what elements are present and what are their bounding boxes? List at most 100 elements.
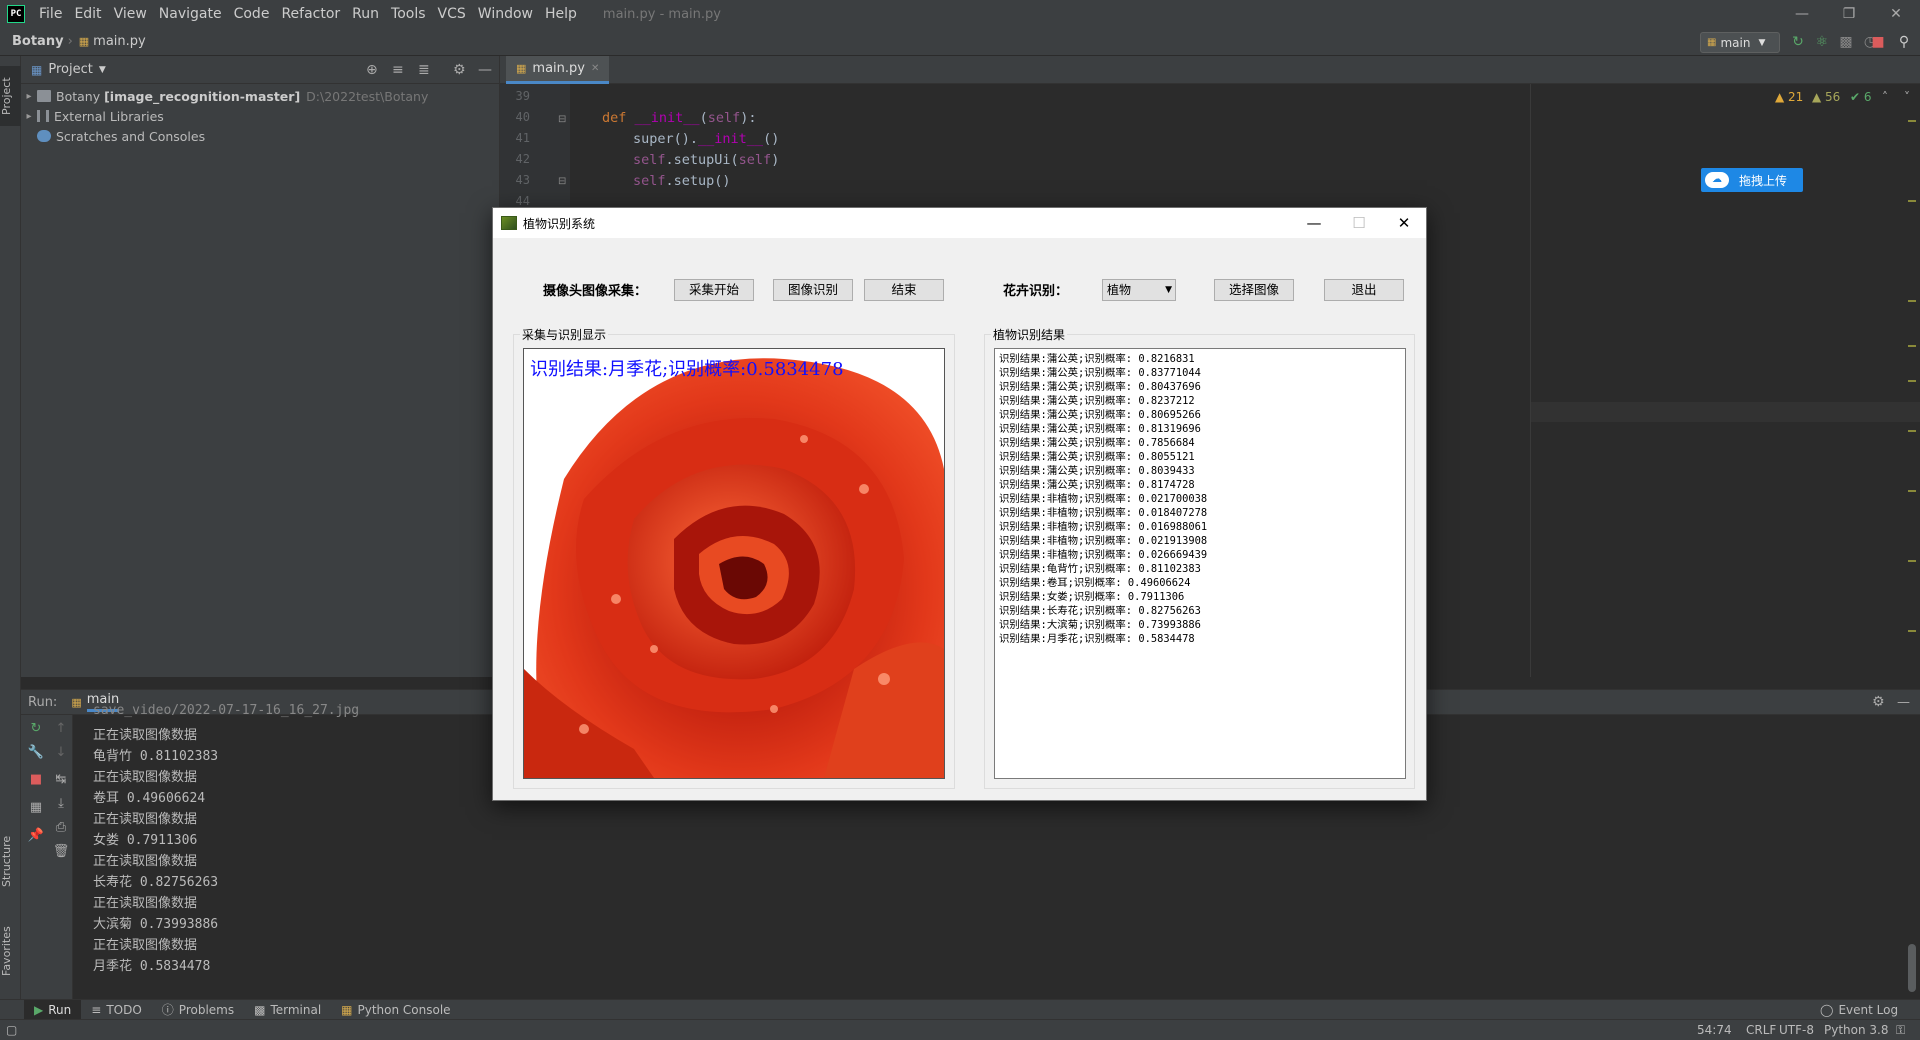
python-interpreter[interactable]: Python 3.8 [1824,1023,1889,1037]
close-tab-icon[interactable]: ✕ [591,63,599,74]
bottom-tab-run[interactable]: ▶ Run [24,999,82,1020]
debug-icon[interactable]: ⚛ [1812,32,1832,52]
run-configuration-select[interactable]: ▦ main ▼ [1700,32,1780,53]
end-button[interactable]: 结束 [864,279,944,301]
menu-code[interactable]: Code [228,6,276,22]
chevron-down-icon: ▼ [1165,285,1172,295]
file-encoding[interactable]: UTF-8 [1779,1023,1814,1037]
menu-refactor[interactable]: Refactor [275,6,346,22]
category-select[interactable]: 植物 ▼ [1102,279,1176,301]
stop-icon[interactable]: ■ [1868,32,1888,52]
display-group-title: 采集与识别显示 [520,326,609,343]
image-recognize-button[interactable]: 图像识别 [773,279,853,301]
error-stripe-mark[interactable] [1908,630,1916,632]
hide-panel-icon[interactable]: — [478,62,492,78]
tree-item-external-libraries[interactable]: ▸ External Libraries [21,106,499,126]
dialog-title-bar[interactable]: 植物识别系统 — ☐ ✕ [493,208,1426,238]
menu-edit[interactable]: Edit [68,6,107,22]
error-stripe-mark[interactable] [1908,300,1916,302]
settings-gear-icon[interactable]: ⚙ [453,62,466,78]
menu-window[interactable]: Window [472,6,539,22]
structure-tool-tab[interactable]: Structure [0,826,21,896]
result-group-title: 植物识别结果 [991,326,1068,343]
result-line: 识别结果:蒲公英;识别概率: 0.8216831 [999,353,1195,365]
locate-file-icon[interactable]: ⊕ [366,62,378,78]
hide-panel-icon[interactable]: — [1897,695,1910,710]
menu-navigate[interactable]: Navigate [153,6,228,22]
menu-file[interactable]: File [33,6,68,22]
error-stripe-mark[interactable] [1908,560,1916,562]
bottom-tab-problems[interactable]: ⓘ Problems [152,1000,244,1020]
breadcrumb-file[interactable]: main.py [89,34,150,49]
soft-wrap-icon[interactable]: ↹ [51,771,71,789]
lock-icon[interactable]: ⚿ [1896,1023,1905,1038]
minimize-window-icon[interactable]: — [1782,0,1822,28]
fold-icon[interactable]: ⊟ [558,176,566,187]
print-icon[interactable]: ⎙ [51,819,71,837]
fold-icon[interactable]: ⊟ [558,114,566,125]
console-line: 女娄 0.7911306 [93,833,198,848]
search-everywhere-icon[interactable]: ⚲ [1894,32,1914,52]
chevron-down-icon[interactable]: ˅ [1904,90,1910,104]
project-tool-tab[interactable]: Project [0,66,21,126]
error-stripe-mark[interactable] [1908,490,1916,492]
error-stripe-mark[interactable] [1908,120,1916,122]
project-panel-title[interactable]: Project [48,62,92,77]
stop-icon[interactable]: ■ [26,771,46,789]
bottom-tab-python-console[interactable]: ▦ Python Console [331,1000,460,1020]
error-stripe-mark[interactable] [1908,200,1916,202]
error-stripe-mark[interactable] [1908,430,1916,432]
chevron-right-icon[interactable]: ▸ [21,111,37,122]
tree-item-scratches[interactable]: Scratches and Consoles [21,126,499,146]
scroll-up-icon[interactable]: ↑ [51,720,71,738]
baidu-cloud-icon: ☁ [1705,172,1729,188]
menu-run[interactable]: Run [346,6,385,22]
tab-main-py[interactable]: ▦ main.py ✕ [506,56,610,84]
coverage-icon[interactable]: ▩ [1836,32,1856,52]
rerun-icon[interactable]: ↻ [26,720,46,738]
wrench-icon[interactable]: 🔧 [26,744,46,762]
start-capture-button[interactable]: 采集开始 [674,279,754,301]
trash-icon[interactable]: 🗑 [51,843,71,861]
settings-gear-icon[interactable]: ⚙ [1872,694,1885,710]
menu-help[interactable]: Help [539,6,583,22]
bottom-tab-terminal[interactable]: ▩ Terminal [244,1000,331,1020]
favorites-tool-tab[interactable]: Favorites [0,916,21,986]
expand-all-icon[interactable]: ≡ [392,62,404,78]
tree-item-botany[interactable]: ▸ Botany [image_recognition-master] D:\2… [21,86,499,106]
chevron-up-icon[interactable]: ˄ [1882,90,1888,104]
breadcrumb-project[interactable]: Botany [0,34,68,49]
select-image-button[interactable]: 选择图像 [1214,279,1294,301]
recognition-result-list[interactable]: 识别结果:蒲公英;识别概率: 0.8216831 识别结果:蒲公英;识别概率: … [994,348,1406,779]
close-window-icon[interactable]: ✕ [1876,0,1916,28]
ok-indicator[interactable]: ✔ 6 [1850,90,1872,104]
dialog-maximize-icon[interactable]: ☐ [1336,208,1382,238]
toggle-tool-windows-icon[interactable]: ▢ [6,1023,17,1037]
bottom-tab-todo[interactable]: ≡ TODO [81,1000,152,1020]
collapse-all-icon[interactable]: ≣ [418,62,430,78]
event-log-button[interactable]: ◯ Event Log [1810,1000,1908,1020]
chevron-down-icon[interactable]: ▼ [99,65,106,75]
baidu-upload-button[interactable]: ☁ 拖拽上传 [1701,168,1803,192]
scroll-to-end-icon[interactable]: ⤓ [51,795,71,813]
dialog-close-icon[interactable]: ✕ [1381,208,1427,238]
rerun-icon[interactable]: ↻ [1788,32,1808,52]
exit-button[interactable]: 退出 [1324,279,1404,301]
error-stripe-mark[interactable] [1908,380,1916,382]
warnings-indicator[interactable]: ▲ 21 [1775,90,1803,104]
console-line: 长寿花 0.82756263 [93,875,219,890]
menu-vcs[interactable]: VCS [432,6,472,22]
pin-icon[interactable]: 📌 [26,827,46,845]
weak-warnings-indicator[interactable]: ▲ 56 [1812,90,1840,104]
menu-view[interactable]: View [108,6,153,22]
caret-position[interactable]: 54:74 [1697,1023,1732,1037]
line-separator[interactable]: CRLF [1746,1023,1776,1037]
layout-icon[interactable]: ▦ [26,799,46,817]
chevron-right-icon[interactable]: ▸ [21,91,37,102]
error-stripe-mark[interactable] [1908,345,1916,347]
restore-window-icon[interactable]: ❐ [1829,0,1869,28]
menu-tools[interactable]: Tools [385,6,432,22]
scroll-down-icon[interactable]: ↓ [51,744,71,762]
dialog-minimize-icon[interactable]: — [1291,208,1337,238]
console-scrollbar[interactable] [1908,944,1916,992]
